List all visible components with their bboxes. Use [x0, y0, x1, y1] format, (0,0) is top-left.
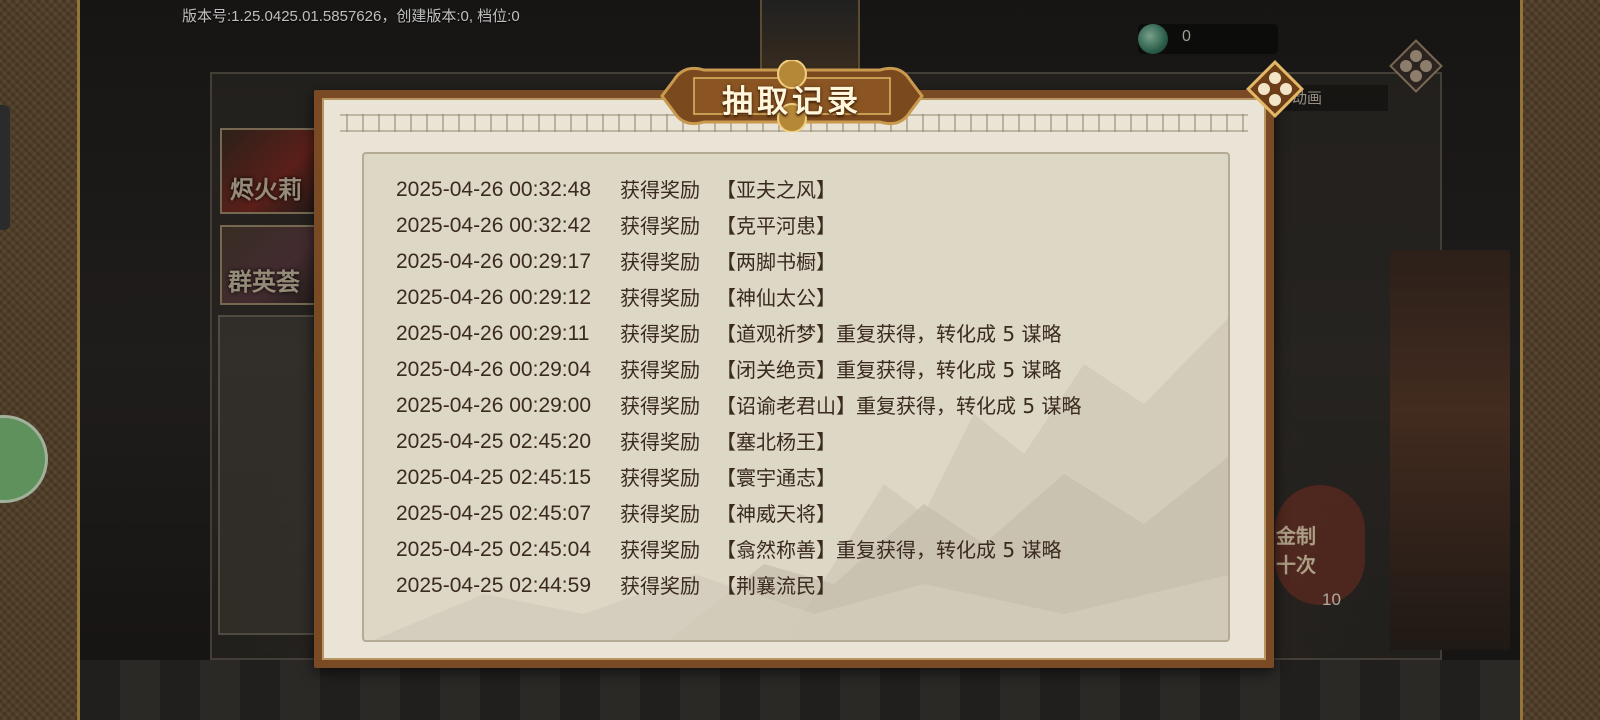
record-item: 【道观祈梦】重复获得，转化成 5 谋略 [716, 322, 1062, 346]
record-row: 2025-04-25 02:44:59 获得奖励 【荆襄流民】 [364, 568, 1228, 604]
record-time: 2025-04-26 00:29:04 [396, 358, 591, 381]
record-time: 2025-04-26 00:32:48 [396, 178, 591, 201]
dialog-title: 抽取记录 [722, 84, 862, 120]
close-icon[interactable] [1244, 58, 1306, 120]
record-row: 2025-04-25 02:45:07 获得奖励 【神威天将】 [364, 496, 1228, 532]
record-item: 【两脚书橱】 [716, 250, 836, 274]
dialog-parchment: 2025-04-26 00:32:48 获得奖励 【亚夫之风】 2025-04-26 … [322, 98, 1266, 660]
record-item: 【塞北杨王】 [716, 430, 836, 454]
record-item: 【神威天将】 [716, 502, 836, 526]
record-item: 【神仙太公】 [716, 286, 836, 310]
draw-record-dialog: 2025-04-26 00:32:48 获得奖励 【亚夫之风】 2025-04-26 … [314, 90, 1274, 668]
record-item: 【翕然称善】重复获得，转化成 5 谋略 [716, 538, 1062, 562]
record-row: 2025-04-26 00:29:04 获得奖励 【闭关绝贡】重复获得，转化成 5 … [364, 352, 1228, 388]
record-list-panel[interactable]: 2025-04-26 00:32:48 获得奖励 【亚夫之风】 2025-04-26 … [362, 152, 1230, 642]
record-action: 获得奖励 [620, 538, 700, 562]
record-row: 2025-04-26 00:29:12 获得奖励 【神仙太公】 [364, 280, 1228, 316]
record-action: 获得奖励 [620, 322, 700, 346]
record-item: 【克平河患】 [716, 214, 836, 238]
record-item: 【荆襄流民】 [716, 574, 836, 598]
record-time: 2025-04-25 02:44:59 [396, 574, 591, 597]
record-time: 2025-04-25 02:45:07 [396, 502, 591, 525]
record-item: 【诏谕老君山】重复获得，转化成 5 谋略 [716, 394, 1082, 418]
record-action: 获得奖励 [620, 394, 700, 418]
record-time: 2025-04-26 00:32:42 [396, 214, 591, 237]
record-row: 2025-04-26 00:29:11 获得奖励 【道观祈梦】重复获得，转化成 5 … [364, 316, 1228, 352]
record-time: 2025-04-25 02:45:04 [396, 538, 591, 561]
record-action: 获得奖励 [620, 286, 700, 310]
record-row: 2025-04-25 02:45:20 获得奖励 【塞北杨王】 [364, 424, 1228, 460]
record-item: 【寰宇通志】 [716, 466, 836, 490]
record-action: 获得奖励 [620, 466, 700, 490]
record-action: 获得奖励 [620, 250, 700, 274]
record-action: 获得奖励 [620, 430, 700, 454]
record-time: 2025-04-26 00:29:00 [396, 394, 591, 417]
record-item: 【闭关绝贡】重复获得，转化成 5 谋略 [716, 358, 1062, 382]
record-row: 2025-04-26 00:29:00 获得奖励 【诏谕老君山】重复获得，转化成 5… [364, 388, 1228, 424]
record-action: 获得奖励 [620, 358, 700, 382]
record-action: 获得奖励 [620, 178, 700, 202]
record-time: 2025-04-25 02:45:15 [396, 466, 591, 489]
record-row: 2025-04-25 02:45:15 获得奖励 【寰宇通志】 [364, 460, 1228, 496]
record-time: 2025-04-26 00:29:12 [396, 286, 591, 309]
record-time: 2025-04-26 00:29:17 [396, 250, 591, 273]
record-time: 2025-04-26 00:29:11 [396, 322, 590, 345]
record-row: 2025-04-26 00:32:48 获得奖励 【亚夫之风】 [364, 172, 1228, 208]
record-row: 2025-04-26 00:29:17 获得奖励 【两脚书橱】 [364, 244, 1228, 280]
record-time: 2025-04-25 02:45:20 [396, 430, 591, 453]
record-row: 2025-04-25 02:45:04 获得奖励 【翕然称善】重复获得，转化成 5 … [364, 532, 1228, 568]
record-item: 【亚夫之风】 [716, 178, 836, 202]
record-action: 获得奖励 [620, 214, 700, 238]
record-list: 2025-04-26 00:32:48 获得奖励 【亚夫之风】 2025-04-26 … [364, 172, 1228, 604]
record-action: 获得奖励 [620, 502, 700, 526]
record-row: 2025-04-26 00:32:42 获得奖励 【克平河患】 [364, 208, 1228, 244]
record-action: 获得奖励 [620, 574, 700, 598]
